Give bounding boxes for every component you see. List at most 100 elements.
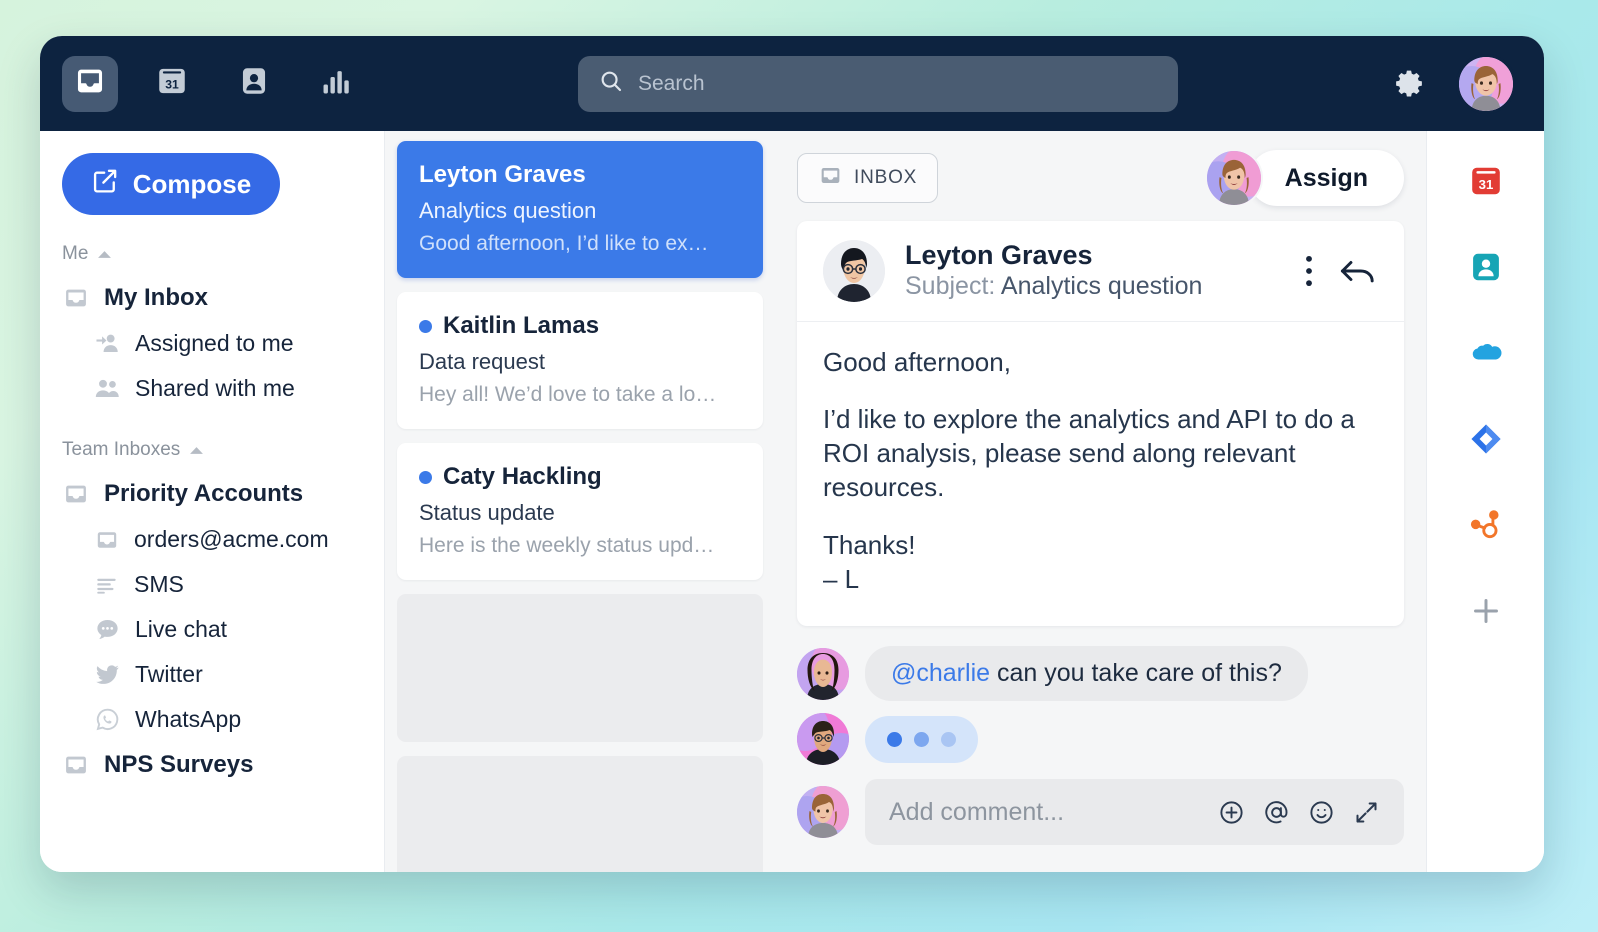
rail-calendar-app[interactable]: 31 bbox=[1464, 161, 1508, 205]
compose-button[interactable]: Compose bbox=[62, 153, 280, 215]
comment-input[interactable] bbox=[889, 797, 1218, 827]
comment-composer-row bbox=[797, 779, 1404, 846]
twitter-bird-icon bbox=[94, 661, 121, 688]
contact-person-icon bbox=[237, 64, 271, 103]
assign-control-group: Assign bbox=[1204, 149, 1404, 207]
conversation-item-leyton-graves[interactable]: Leyton Graves Analytics question Good af… bbox=[397, 141, 763, 278]
app-body: Compose Me My Inbox Assigned to me Share… bbox=[40, 131, 1544, 872]
nav-contacts-button[interactable] bbox=[226, 56, 282, 112]
sidebar-item-live-chat[interactable]: Live chat bbox=[40, 607, 384, 652]
typing-dot bbox=[914, 731, 929, 747]
typing-indicator-row bbox=[797, 713, 1404, 766]
inbox-chip-label: INBOX bbox=[854, 167, 918, 188]
comment-text: can you take care of this? bbox=[990, 659, 1282, 688]
gear-icon[interactable] bbox=[1392, 67, 1426, 101]
inbox-icon bbox=[94, 527, 120, 553]
comment-input-actions bbox=[1218, 799, 1380, 826]
conversation-item-kaitlin-lamas[interactable]: Kaitlin Lamas Data request Hey all! We’d… bbox=[397, 292, 763, 429]
commenter-avatar bbox=[797, 647, 849, 700]
assign-button[interactable]: Assign bbox=[1248, 150, 1404, 206]
rail-salesforce-app[interactable] bbox=[1464, 333, 1508, 377]
emoji-smiley-icon[interactable] bbox=[1308, 799, 1335, 826]
message-actions bbox=[1304, 254, 1378, 288]
sidebar-item-my-inbox[interactable]: My Inbox bbox=[40, 275, 384, 321]
whatsapp-icon bbox=[94, 706, 121, 733]
conversation-placeholder bbox=[397, 594, 763, 742]
sidebar-item-assigned-to-me[interactable]: Assigned to me bbox=[40, 321, 384, 366]
nav-analytics-button[interactable] bbox=[308, 56, 364, 112]
rail-hubspot-app[interactable] bbox=[1464, 505, 1508, 549]
conversation-preview: Good afternoon, I’d like to ex… bbox=[419, 232, 709, 255]
nav-calendar-button[interactable]: 31 bbox=[144, 56, 200, 112]
conversation-list[interactable]: Leyton Graves Analytics question Good af… bbox=[385, 131, 775, 872]
conversation-placeholder bbox=[397, 756, 763, 872]
sidebar-section-me[interactable]: Me bbox=[40, 243, 384, 265]
sidebar-item-label: Shared with me bbox=[135, 375, 295, 401]
typing-dot bbox=[941, 731, 956, 747]
section-label-text: Team Inboxes bbox=[62, 439, 181, 460]
sidebar-item-whatsapp[interactable]: WhatsApp bbox=[40, 697, 384, 742]
calendar-31-icon: 31 bbox=[155, 64, 189, 103]
conversation-item-caty-hackling[interactable]: Caty Hackling Status update Here is the … bbox=[397, 443, 763, 580]
sidebar-item-priority-accounts[interactable]: Priority Accounts bbox=[40, 471, 384, 517]
svg-text:31: 31 bbox=[165, 77, 179, 91]
search-input[interactable] bbox=[638, 71, 1158, 96]
chat-bubble-icon bbox=[94, 616, 121, 643]
rail-add-app-button[interactable] bbox=[1464, 591, 1508, 635]
sidebar-item-orders-acme[interactable]: orders@acme.com bbox=[40, 517, 384, 562]
conversation-sender: Kaitlin Lamas bbox=[419, 312, 741, 340]
conversation-preview: Hey all! We’d love to take a lo… bbox=[419, 383, 717, 406]
sidebar-item-label: WhatsApp bbox=[135, 706, 242, 732]
kebab-menu-icon[interactable] bbox=[1304, 254, 1314, 288]
message-signoff-line: Thanks! bbox=[823, 529, 916, 560]
inbox-icon bbox=[818, 163, 843, 194]
sidebar-item-label: SMS bbox=[134, 571, 184, 597]
sidebar-section-team-inboxes[interactable]: Team Inboxes bbox=[40, 439, 384, 461]
sidebar-item-shared-with-me[interactable]: Shared with me bbox=[40, 366, 384, 411]
sidebar-item-sms[interactable]: SMS bbox=[40, 562, 384, 607]
assignee-avatar[interactable] bbox=[1204, 149, 1263, 207]
account-avatar[interactable] bbox=[1456, 53, 1516, 114]
top-navigation-bar: 31 bbox=[40, 36, 1544, 131]
sidebar-item-twitter[interactable]: Twitter bbox=[40, 652, 384, 697]
message-subject-line: Subject: Analytics question bbox=[905, 271, 1284, 302]
inbox-status-chip[interactable]: INBOX bbox=[797, 153, 939, 203]
rail-jira-app[interactable] bbox=[1464, 419, 1508, 463]
message-sender-meta: Leyton Graves Subject: Analytics questio… bbox=[905, 239, 1284, 303]
compose-pencil-icon bbox=[91, 167, 119, 202]
plus-circle-icon[interactable] bbox=[1218, 799, 1245, 826]
conversation-preview: Here is the weekly status upd… bbox=[419, 534, 715, 557]
chevron-up-icon bbox=[97, 243, 112, 265]
subject-text: Analytics question bbox=[1000, 272, 1203, 301]
sidebar-item-nps-surveys[interactable]: NPS Surveys bbox=[40, 742, 384, 788]
topbar-right-controls bbox=[1392, 53, 1516, 114]
comment-input-box[interactable] bbox=[865, 779, 1404, 846]
conversation-sender: Caty Hackling bbox=[419, 463, 741, 491]
current-user-avatar bbox=[797, 786, 849, 839]
commenter-avatar bbox=[797, 713, 849, 766]
reply-arrow-icon[interactable] bbox=[1338, 254, 1378, 288]
sms-lines-icon bbox=[94, 572, 120, 598]
message-paragraph: I’d like to explore the analytics and AP… bbox=[823, 404, 1355, 503]
conversation-subject: Status update bbox=[419, 500, 555, 525]
expand-arrows-icon[interactable] bbox=[1353, 799, 1380, 826]
typing-indicator bbox=[865, 715, 978, 763]
global-search-box[interactable] bbox=[578, 55, 1178, 112]
typing-dot bbox=[887, 731, 902, 747]
comment-bubble: @charlie can you take care of this? bbox=[865, 646, 1308, 702]
integrations-rail: 31 bbox=[1426, 131, 1544, 872]
rail-contacts-app[interactable] bbox=[1464, 247, 1508, 291]
salesforce-cloud-icon bbox=[1467, 334, 1505, 377]
at-mention-icon[interactable] bbox=[1263, 799, 1290, 826]
conversation-subject: Data request bbox=[419, 349, 545, 374]
conversation-sender-name: Caty Hackling bbox=[443, 463, 602, 490]
inbox-icon bbox=[62, 480, 90, 508]
topbar-app-switcher: 31 bbox=[62, 55, 364, 112]
people-icon bbox=[94, 375, 121, 402]
sidebar-item-label: Priority Accounts bbox=[104, 480, 304, 507]
conversation-sender-name: Kaitlin Lamas bbox=[443, 312, 600, 339]
calendar-app-icon: 31 bbox=[1468, 163, 1504, 204]
subject-label: Subject: bbox=[905, 272, 996, 301]
nav-inbox-button[interactable] bbox=[62, 55, 118, 112]
conversation-sender: Leyton Graves bbox=[419, 161, 741, 189]
